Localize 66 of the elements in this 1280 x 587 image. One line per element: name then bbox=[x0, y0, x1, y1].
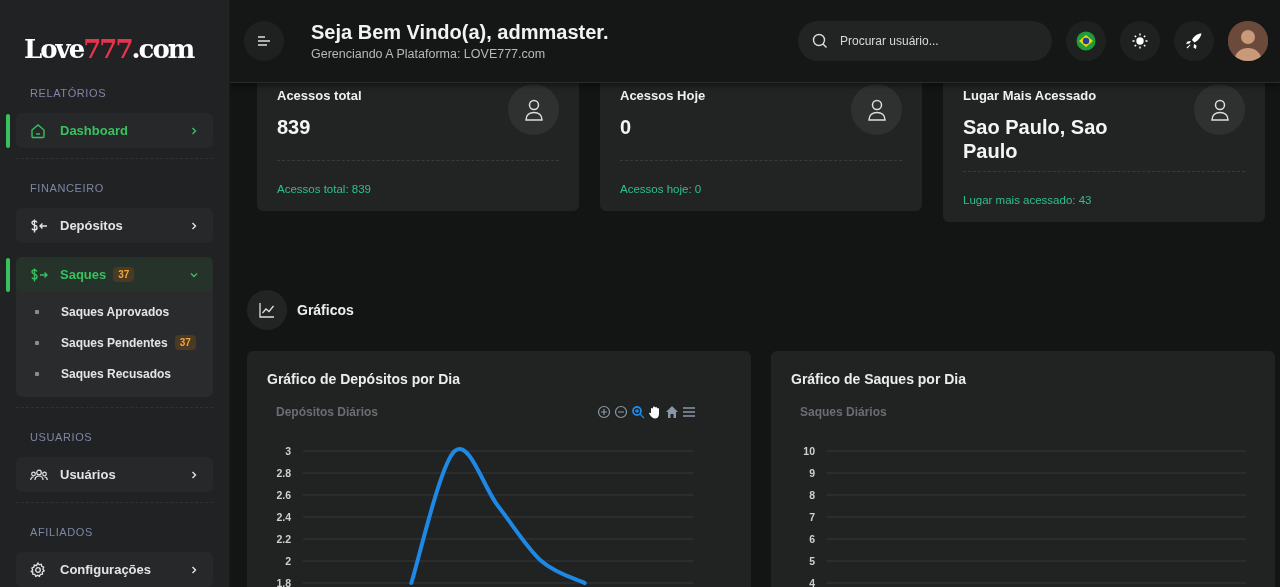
nav-subitem[interactable]: Saques Aprovados bbox=[16, 296, 213, 327]
axis-tick-label: 1.8 bbox=[276, 577, 291, 587]
search-field[interactable]: Procurar usuário... bbox=[798, 21, 1052, 61]
card-title: Acessos total bbox=[277, 88, 362, 103]
flag-icon bbox=[1076, 31, 1096, 51]
count-badge: 37 bbox=[113, 267, 135, 282]
language-button[interactable] bbox=[1066, 21, 1106, 61]
axis-label: 5 bbox=[809, 555, 815, 567]
axis-tick-label: 3 bbox=[285, 445, 291, 457]
axis-label: 8 bbox=[809, 489, 815, 501]
count-badge: 37 bbox=[174, 335, 196, 350]
section-heading: RELATÓRIOS bbox=[30, 87, 107, 99]
nav-item[interactable]: Depósitos bbox=[16, 208, 213, 243]
chart-title: Saques Diários bbox=[800, 405, 887, 419]
settings-icon bbox=[30, 561, 46, 578]
stat-value: Sao Paulo, Sao Paulo bbox=[963, 115, 1109, 163]
nav-item[interactable]: Usuários bbox=[16, 457, 213, 492]
nav-subitem[interactable]: Saques Pendentes 37 bbox=[16, 327, 213, 358]
home-icon[interactable] bbox=[665, 405, 679, 419]
zoom-in-icon[interactable] bbox=[597, 405, 611, 419]
card-title: Lugar Mais Acessado bbox=[963, 88, 1097, 103]
nav-subitem[interactable]: Saques Recusados bbox=[16, 358, 213, 389]
home-icon bbox=[30, 122, 46, 139]
card-title: Acessos Hoje bbox=[620, 88, 706, 103]
section-heading: FINANCEIRO bbox=[30, 182, 104, 194]
nav-item[interactable]: Saques 37 bbox=[16, 257, 213, 292]
card-title: Gráfico de Depósitos por Dia bbox=[267, 371, 461, 387]
nav-item[interactable]: Dashboard bbox=[16, 113, 213, 148]
chart-title: Depósitos Diários bbox=[276, 405, 379, 419]
rocket-icon bbox=[1185, 32, 1203, 50]
axis-tick-label: 2.4 bbox=[276, 511, 291, 523]
launch-button[interactable] bbox=[1174, 21, 1214, 61]
axis-label: 9 bbox=[809, 467, 815, 479]
menu-button[interactable] bbox=[244, 21, 284, 61]
card-footer: Acessos hoje: 0 bbox=[620, 161, 702, 211]
page-subtitle: Gerenciando A Plataforma: LOVE777.com bbox=[311, 47, 547, 61]
avatar[interactable] bbox=[1228, 21, 1268, 61]
nav-item[interactable]: Configurações bbox=[16, 552, 213, 587]
users-icon bbox=[30, 468, 48, 481]
axis-tick-label: 2 bbox=[285, 555, 291, 567]
card-title: Gráfico de Saques por Dia bbox=[791, 371, 968, 387]
axis-label: 10 bbox=[803, 445, 815, 457]
theme-button[interactable] bbox=[1120, 21, 1160, 61]
dollar-arrow-right-icon bbox=[30, 267, 48, 282]
axis-label: 6 bbox=[809, 533, 815, 545]
magnifier-icon[interactable] bbox=[631, 405, 645, 419]
zoom-out-icon[interactable] bbox=[614, 405, 628, 419]
axis-tick-label: 2.8 bbox=[276, 467, 291, 479]
logo: Love777.com bbox=[24, 34, 194, 64]
section-title: Gráficos bbox=[297, 302, 354, 318]
stat-value: 0 bbox=[620, 115, 633, 139]
menu-icon[interactable] bbox=[682, 405, 696, 419]
axis-tick-label: 2.6 bbox=[276, 489, 291, 501]
stat-value: 839 bbox=[277, 115, 312, 139]
axis-label: 4 bbox=[809, 577, 815, 587]
card-footer: Acessos total: 839 bbox=[277, 161, 371, 211]
sun-icon bbox=[1132, 33, 1148, 49]
axis-tick-label: 2.2 bbox=[276, 533, 291, 545]
section-heading: AFILIADOS bbox=[30, 526, 93, 538]
hand-icon[interactable] bbox=[648, 405, 662, 419]
dollar-arrow-left-icon bbox=[30, 218, 48, 233]
page-title: Seja Bem Vindo(a), admmaster. bbox=[311, 21, 609, 44]
section-heading: USUARIOS bbox=[30, 431, 93, 443]
menu-icon bbox=[257, 35, 271, 47]
axis-label: 7 bbox=[809, 511, 815, 523]
card-footer: Lugar mais acessado: 43 bbox=[963, 172, 1092, 222]
